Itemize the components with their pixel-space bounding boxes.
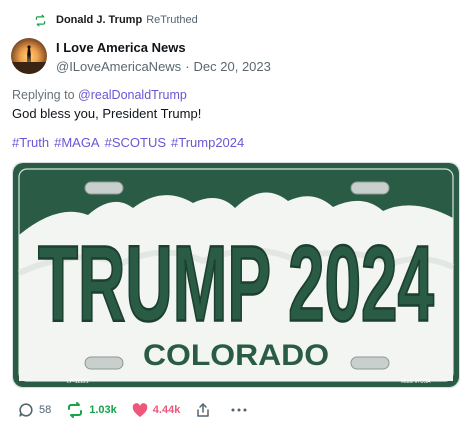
post-author: I Love America News @ILoveAmericaNews · …: [56, 40, 271, 75]
retruth-button[interactable]: 1.03k: [66, 402, 117, 418]
reply-count: 58: [39, 404, 52, 416]
hashtag-link[interactable]: #Truth: [12, 135, 49, 150]
retruth-label: ReTruthed: [146, 14, 198, 26]
plate-state-text: COLORADO: [143, 339, 329, 372]
retruth-user[interactable]: Donald J. Trump: [56, 14, 142, 26]
author-meta: @ILoveAmericaNews · Dec 20, 2023: [56, 59, 271, 75]
retruth-icon: [35, 14, 46, 26]
hashtag-list: #Truth #MAGA #SCOTUS #Trump2024: [12, 135, 244, 150]
action-bar: 58 1.03k 4.44k: [18, 400, 267, 420]
post-date[interactable]: Dec 20, 2023: [194, 59, 271, 75]
post-image[interactable]: TRUMP 2024 COLORADO LP-12221 Made in USA: [12, 162, 460, 388]
heart-icon: [132, 402, 148, 417]
more-options-button[interactable]: [231, 408, 252, 412]
author-handle[interactable]: @ILoveAmericaNews: [56, 59, 181, 75]
like-count: 4.44k: [152, 404, 181, 416]
plate-main-text: TRUMP 2024: [38, 223, 434, 343]
reply-icon: [19, 403, 33, 417]
post-text: God bless you, President Trump!: [12, 106, 202, 121]
reply-button[interactable]: 58: [18, 402, 51, 418]
plate-code-left: LP-12221: [67, 379, 89, 385]
replying-target-link[interactable]: @realDonaldTrump: [78, 88, 187, 102]
retruth-icon: [68, 402, 83, 418]
share-icon: [197, 403, 210, 417]
author-name[interactable]: I Love America News: [56, 40, 271, 56]
plate-code-right: Made in USA: [401, 379, 431, 385]
share-button[interactable]: [195, 402, 216, 418]
like-button[interactable]: 4.44k: [132, 402, 181, 418]
more-icon: [231, 408, 247, 412]
retruth-count: 1.03k: [89, 404, 117, 416]
hashtag-link[interactable]: #Trump2024: [171, 135, 244, 150]
license-plate-image: TRUMP 2024 COLORADO LP-12221 Made in USA: [13, 163, 459, 387]
avatar[interactable]: [11, 38, 47, 74]
replying-prefix: Replying to: [12, 88, 79, 102]
hashtag-link[interactable]: #MAGA: [54, 135, 100, 150]
meta-separator: ·: [185, 59, 190, 74]
retruth-banner: Donald J. Trump ReTruthed: [34, 12, 198, 28]
replying-to: Replying to @realDonaldTrump: [12, 88, 187, 102]
hashtag-link[interactable]: #SCOTUS: [105, 135, 166, 150]
